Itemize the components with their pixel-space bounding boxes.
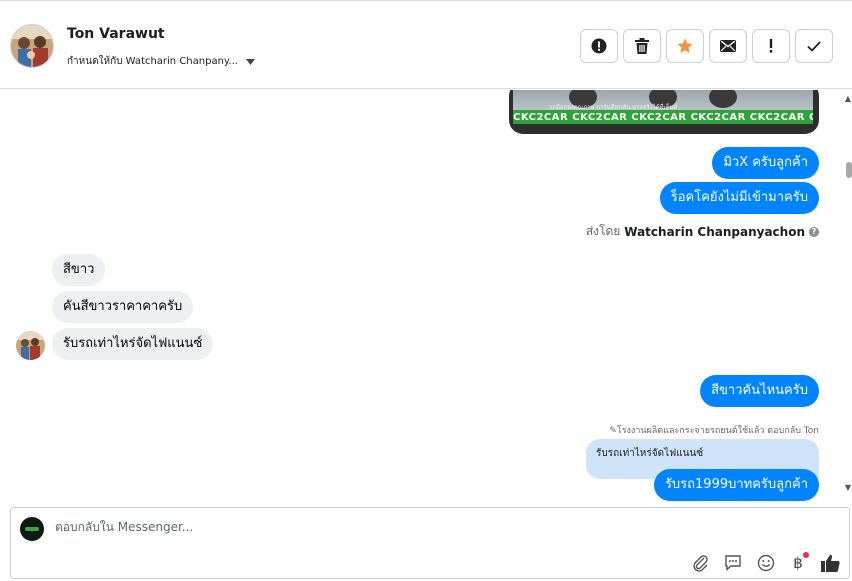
mark-done-button[interactable] <box>795 29 833 63</box>
thread-scrollbar[interactable] <box>842 89 852 504</box>
incoming-message[interactable]: รับรถเท่าไหร่จัดไฟแนนซ์ <box>52 328 214 360</box>
mark-unread-button[interactable] <box>709 29 747 63</box>
contact-avatar[interactable] <box>10 24 54 68</box>
outgoing-message[interactable]: สีขาวคันไหนครับ <box>700 375 819 407</box>
scroll-down-arrow-icon[interactable]: ▼ <box>845 483 851 492</box>
image-banner-text: CKC2CAR CKC2CAR CKC2CAR CKC2CAR CKC2CAR … <box>513 112 813 123</box>
sent-by-name: Watcharin Chanpanyachon <box>624 224 805 239</box>
incoming-message[interactable]: คันสีขาวราคาคาครับ <box>52 291 194 323</box>
follow-up-button[interactable] <box>752 29 790 63</box>
outgoing-message[interactable]: มิวX ครับลูกค้า <box>712 147 819 179</box>
like-icon <box>820 554 840 572</box>
emoji-icon <box>757 554 775 572</box>
check-icon <box>807 40 821 52</box>
incoming-message[interactable]: สีขาว <box>52 254 106 286</box>
report-spam-button[interactable] <box>580 29 618 63</box>
message-thread[interactable]: รถมือสองคุณภาพ การันตีทุกคัน ดูรถจริงได้… <box>0 90 842 505</box>
alert-octagon-icon <box>591 38 607 54</box>
emoji-button[interactable] <box>755 552 777 574</box>
help-icon[interactable]: ? <box>809 226 819 237</box>
star-icon <box>677 38 693 53</box>
exclamation-icon <box>769 39 773 53</box>
paperclip-icon <box>693 555 708 572</box>
reply-pencil-icon: ✎ <box>609 426 617 436</box>
image-attachment[interactable]: รถมือสองคุณภาพ การันตีทุกคัน ดูรถจริงได้… <box>509 90 819 134</box>
sender-avatar <box>16 331 45 360</box>
envelope-icon <box>720 40 736 52</box>
saved-replies-button[interactable] <box>722 552 744 574</box>
star-button[interactable] <box>666 29 704 63</box>
assignee-dropdown[interactable]: กำหนดให้กับ Watcharin Chanpany... <box>67 54 255 69</box>
delete-button[interactable] <box>623 29 661 63</box>
baht-icon: ฿ <box>793 554 803 572</box>
scroll-thumb[interactable] <box>846 162 852 178</box>
notification-dot <box>803 552 809 558</box>
reply-input[interactable] <box>55 520 655 534</box>
outgoing-message[interactable]: ร็อคโคยังไม่มีเข้ามาครับ <box>659 182 819 214</box>
like-button[interactable] <box>819 552 841 574</box>
sent-by-prefix: ส่งโดย <box>585 224 621 238</box>
chat-icon <box>725 555 741 572</box>
reply-note-text: โรงงานผลิตและกระจายรถยนต์ใช้แล้ว ตอบกลับ… <box>616 426 819 436</box>
caret-down-icon <box>245 58 255 65</box>
page-avatar <box>20 517 44 541</box>
assignee-label: กำหนดให้กับ Watcharin Chanpany... <box>67 56 238 67</box>
contact-name[interactable]: Ton Varawut <box>67 26 165 42</box>
outgoing-message[interactable]: รับรถ1999บาทครับลูกค้า <box>653 469 819 501</box>
payment-button[interactable]: ฿ <box>787 552 809 574</box>
action-toolbar <box>580 29 833 63</box>
attach-button[interactable] <box>690 552 712 574</box>
reply-composer: ฿ <box>10 507 850 579</box>
trash-icon <box>635 38 649 54</box>
reply-context-note: ✎โรงงานผลิตและกระจายรถยนต์ใช้แล้ว ตอบกลั… <box>609 423 819 437</box>
conversation-header: Ton Varawut กำหนดให้กับ Watcharin Chanpa… <box>0 0 852 89</box>
scroll-up-arrow-icon[interactable]: ▲ <box>845 94 851 103</box>
sent-by-label: ส่งโดย Watcharin Chanpanyachon ? <box>586 222 819 241</box>
